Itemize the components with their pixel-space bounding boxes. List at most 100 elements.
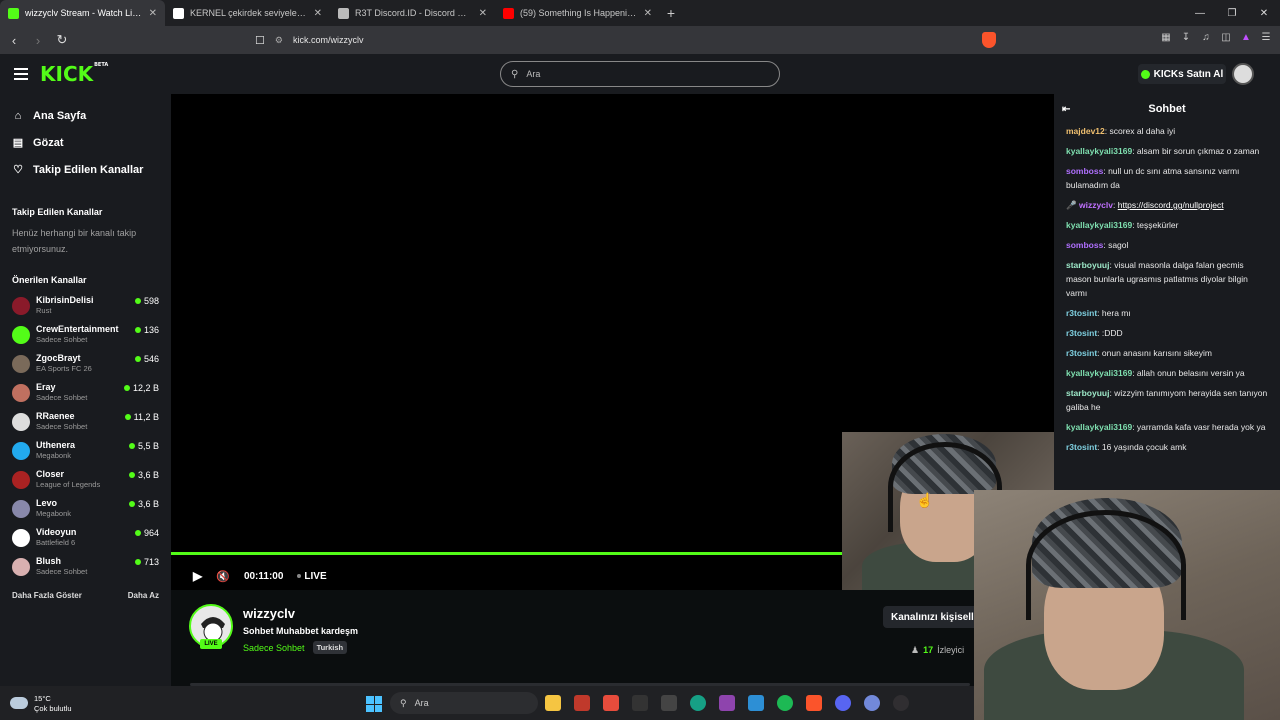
channel-avatar <box>12 528 30 547</box>
chat-username[interactable]: somboss <box>1066 240 1103 250</box>
hamburger-menu-icon[interactable] <box>14 68 28 80</box>
forward-icon[interactable]: › <box>28 33 48 48</box>
chat-message: r3tosint: hera mı <box>1066 308 1131 318</box>
recommended-channel[interactable]: Closer League of Legends 3,6 B <box>0 465 171 494</box>
show-less-button[interactable]: Daha Az <box>128 591 159 600</box>
tab-title: wizzyclv Stream - Watch Live on Kick <box>25 8 143 18</box>
channel-viewers: 3,6 B <box>128 470 159 480</box>
collapse-chat-icon[interactable]: ⇤ <box>1062 104 1074 115</box>
chat-username[interactable]: starboyuuj <box>1066 260 1109 270</box>
app-icon-game[interactable] <box>661 695 677 711</box>
chat-username[interactable]: r3tosint <box>1066 348 1097 358</box>
reload-icon[interactable]: ↻ <box>52 32 72 48</box>
chat-username[interactable]: kyallaykyali3169 <box>1066 146 1132 156</box>
app-icon-spider[interactable] <box>632 695 648 711</box>
stream-title: Sohbet Muhabbet kardeşm <box>243 626 359 636</box>
taskbar-search[interactable]: ⚲ Ara <box>390 692 538 714</box>
chat-username[interactable]: wizzyclv <box>1079 200 1113 210</box>
media-icon[interactable]: ♫ <box>1200 32 1212 46</box>
app-icon-c[interactable] <box>690 695 706 711</box>
restore-button[interactable]: ❐ <box>1216 0 1248 26</box>
file-explorer-icon[interactable] <box>545 695 561 711</box>
viewer-number: 5,5 B <box>137 441 159 451</box>
recommended-channel[interactable]: CrewEntertainment Sadece Sohbet 136 <box>0 320 171 349</box>
close-tab-icon[interactable]: ✕ <box>644 8 652 19</box>
recommended-channel[interactable]: Videoyun Battlefield 6 964 <box>0 523 171 552</box>
recommended-channel[interactable]: KibrisinDelisi Rust 598 <box>0 291 171 320</box>
close-tab-icon[interactable]: ✕ <box>149 8 157 19</box>
message-text: scorex al daha iyi <box>1109 126 1176 136</box>
recommended-channel[interactable]: Uthenera Megabonk 5,5 B <box>0 436 171 465</box>
browser-tab[interactable]: wizzyclv Stream - Watch Live on Kick ✕ <box>0 0 165 26</box>
streamer-name[interactable]: wizzyclv <box>243 606 295 621</box>
obs-icon[interactable] <box>893 695 909 711</box>
vscode-icon[interactable] <box>748 695 764 711</box>
discord-icon[interactable] <box>835 695 851 711</box>
search-input[interactable]: ⚲ Ara <box>500 61 780 87</box>
bookmark-icon[interactable]: ☐ <box>255 34 265 47</box>
show-more-button[interactable]: Daha Fazla Göster <box>12 591 82 600</box>
app-icon-calendar[interactable] <box>603 695 619 711</box>
close-tab-icon[interactable]: ✕ <box>314 8 322 19</box>
viewer-number: 598 <box>143 296 159 306</box>
chat-username[interactable]: kyallaykyali3169 <box>1066 220 1132 230</box>
menu-icon[interactable]: ☰ <box>1260 32 1272 46</box>
brave-icon[interactable] <box>806 695 822 711</box>
weather-widget[interactable]: 15°C Çok bulutlu <box>10 694 72 714</box>
chat-username[interactable]: r3tosint <box>1066 308 1097 318</box>
downloads-icon[interactable]: ↧ <box>1180 32 1192 46</box>
muted-icon[interactable]: 🔇 <box>216 570 230 583</box>
extension-icon[interactable]: ▲ <box>1240 32 1252 46</box>
back-icon[interactable]: ‹ <box>4 33 24 48</box>
webcam-overlay-large <box>974 490 1280 720</box>
viewer-number: 546 <box>143 354 159 364</box>
chat-username[interactable]: majdev12 <box>1066 126 1105 136</box>
browser-tab[interactable]: KERNEL çekirdek seviyeleri - Google ✕ <box>165 0 330 26</box>
language-tag[interactable]: Turkish <box>312 641 348 654</box>
new-tab-button[interactable]: + <box>660 0 682 26</box>
minimize-button[interactable]: — <box>1184 0 1216 26</box>
sidebar: ⌂ Ana Sayfa ▤ Gözat ♡ Takip Edilen Kanalla… <box>0 94 171 686</box>
url-field[interactable]: ☐ ⚙ kick.com/wizzyclv <box>255 30 975 50</box>
brave-shield-icon[interactable] <box>982 32 996 48</box>
discord-ptb-icon[interactable] <box>864 695 880 711</box>
message-text: teşşekürler <box>1136 220 1179 230</box>
close-tab-icon[interactable]: ✕ <box>479 8 487 19</box>
recommended-channel[interactable]: Eray Sadece Sohbet 12,2 B <box>0 378 171 407</box>
channel-category: Megabonk <box>36 451 72 460</box>
sidebar-nav-item[interactable]: ♡ Takip Edilen Kanallar <box>0 156 171 183</box>
message-text: hera mı <box>1101 308 1131 318</box>
app-icon-red[interactable] <box>574 695 590 711</box>
recommended-channel[interactable]: ZgocBrayt EA Sports FC 26 546 <box>0 349 171 378</box>
tab-title: R3T Discord.ID - Discord OSINT & Pr <box>355 8 473 18</box>
chat-username[interactable]: starboyuuj <box>1066 388 1109 398</box>
windows-start-icon[interactable] <box>366 696 382 712</box>
customize-channel-button[interactable]: Kanalınızı kişiselleştirin <box>883 606 983 628</box>
chat-link[interactable]: https://discord.gg/nullproject <box>1118 200 1224 210</box>
app-icon-purple[interactable] <box>719 695 735 711</box>
browser-tab[interactable]: R3T Discord.ID - Discord OSINT & Pr ✕ <box>330 0 495 26</box>
close-window-button[interactable]: ✕ <box>1248 0 1280 26</box>
chat-username[interactable]: kyallaykyali3169 <box>1066 422 1132 432</box>
site-info-icon[interactable]: ⚙ <box>275 35 283 46</box>
play-icon[interactable]: ▶ <box>193 569 202 583</box>
taskbar-search-icon: ⚲ <box>400 697 407 708</box>
recommended-channel[interactable]: Levo Megabonk 3,6 B <box>0 494 171 523</box>
spotify-icon[interactable] <box>777 695 793 711</box>
chat-username[interactable]: kyallaykyali3169 <box>1066 368 1132 378</box>
kick-logo[interactable]: KICKBETA <box>40 62 108 86</box>
youtube-icon <box>503 7 514 19</box>
buy-kicks-button[interactable]: KICKs Satın Al <box>1138 64 1226 84</box>
user-avatar[interactable] <box>1232 63 1254 85</box>
recommended-channel[interactable]: Blush Sadece Sohbet 713 <box>0 552 171 581</box>
sidebar-icon[interactable]: ▦ <box>1160 32 1172 46</box>
split-view-icon[interactable]: ◫ <box>1220 32 1232 46</box>
sidebar-nav-item[interactable]: ▤ Gözat <box>0 129 171 156</box>
chat-username[interactable]: r3tosint <box>1066 328 1097 338</box>
recommended-channel[interactable]: RRaenee Sadece Sohbet 11,2 B <box>0 407 171 436</box>
chat-username[interactable]: somboss <box>1066 166 1103 176</box>
category-link[interactable]: Sadece Sohbet <box>243 643 305 653</box>
browser-tab[interactable]: (59) Something Is Happening - YouTube ✕ <box>495 0 660 26</box>
sidebar-nav-item[interactable]: ⌂ Ana Sayfa <box>0 102 171 129</box>
chat-username[interactable]: r3tosint <box>1066 442 1097 452</box>
